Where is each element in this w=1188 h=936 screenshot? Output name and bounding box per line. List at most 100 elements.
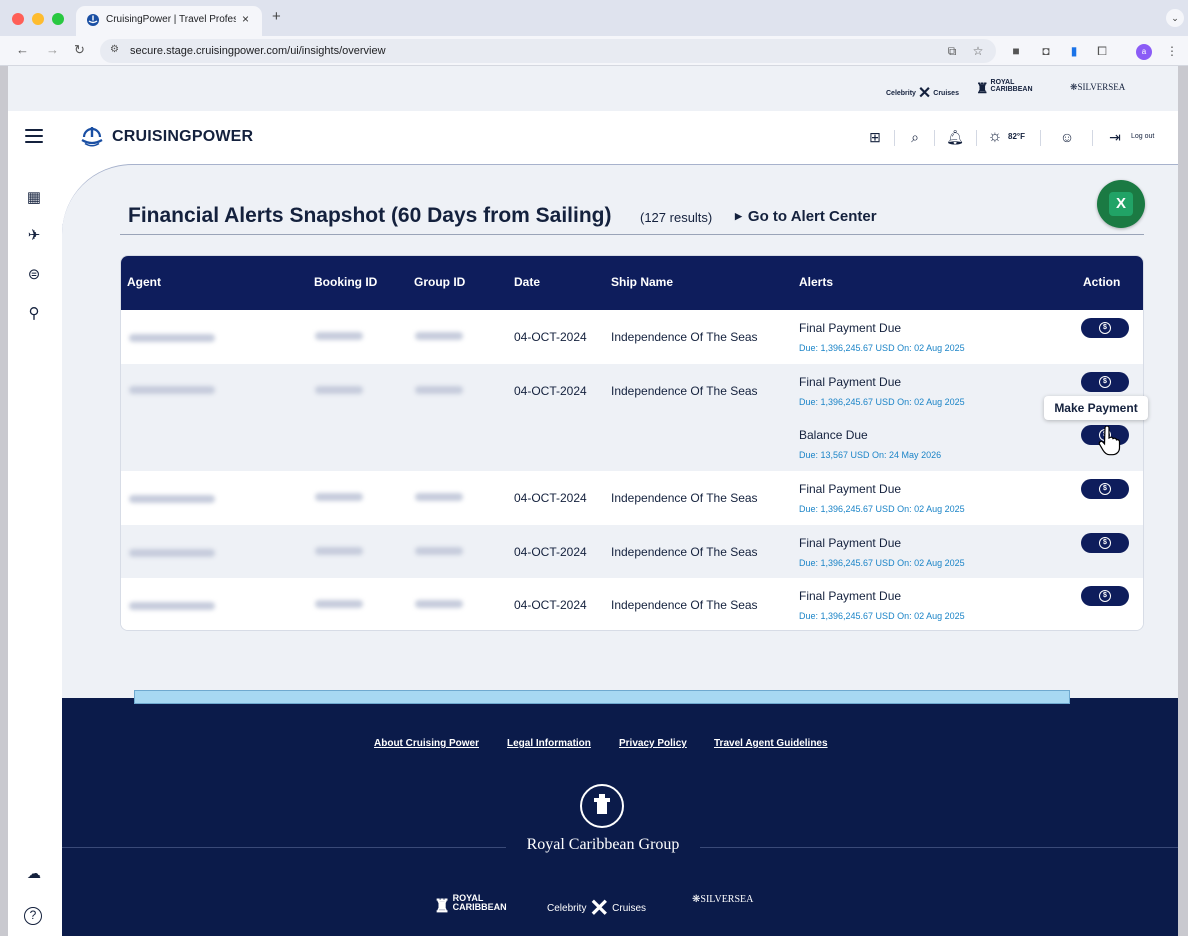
footer-divider [700, 847, 1178, 848]
footer-silversea-text: SILVERSEA [700, 894, 754, 905]
footer-link-about[interactable]: About Cruising Power [374, 738, 479, 749]
left-sidebar: ▦ ✈ ⊜ ⚲ ☁ ? [8, 164, 62, 936]
footer-brand-silversea[interactable]: ❋SILVERSEA [692, 894, 753, 905]
royal-crown-icon: ♜ [434, 896, 451, 916]
brand-royal-caribbean[interactable]: ♜ ROYAL CARIBBEAN [976, 79, 1033, 97]
go-to-alert-center-label: Go to Alert Center [747, 208, 877, 225]
booking-id-redacted [315, 493, 363, 501]
site-info-icon[interactable]: ⚙ [110, 44, 119, 55]
extension-f-icon[interactable]: ■ [1008, 43, 1024, 59]
ship-name-cell: Independence Of The Seas [611, 384, 758, 398]
brand-celebrity[interactable]: Celebrity ✕ Cruises [886, 83, 959, 103]
group-id-redacted [415, 493, 463, 501]
extension-sidepanel-icon[interactable]: ▮ [1066, 43, 1082, 59]
dollar-coin-icon: $ [1099, 537, 1111, 549]
alert-due: Due: 1,396,245.67 USD On: 02 Aug 2025 [799, 611, 965, 621]
notification-bell-icon[interactable]: 🔔︎ [946, 128, 964, 146]
divider [1092, 130, 1093, 146]
brand-celebrity-left: Celebrity [886, 90, 916, 97]
airplane-icon[interactable]: ✈ [24, 226, 44, 246]
install-icon[interactable]: ⧉ [944, 43, 960, 59]
make-payment-button[interactable]: $ [1081, 586, 1129, 606]
agent-redacted [129, 495, 215, 503]
results-count: (127 results) [640, 210, 713, 225]
extensions-puzzle-icon[interactable]: ⧠ [1094, 43, 1110, 59]
go-to-alert-center-link[interactable]: ▶ Go to Alert Center [735, 208, 877, 225]
footer-link-privacy[interactable]: Privacy Policy [619, 738, 687, 749]
royal-crown-icon: ♜ [976, 80, 989, 96]
title-divider [120, 234, 1144, 235]
alert-due: Due: 1,396,245.67 USD On: 02 Aug 2025 [799, 397, 965, 407]
apps-grid-icon[interactable]: ⊞ [866, 128, 884, 146]
alert-due: Due: 13,567 USD On: 24 May 2026 [799, 450, 942, 460]
footer-royal-line2: CARIBBEAN [452, 902, 507, 912]
rcg-emblem-icon [580, 784, 624, 828]
table-row: 04-OCT-2024 Independence Of The Seas Fin… [121, 310, 1143, 364]
make-payment-button[interactable]: $ [1081, 479, 1129, 499]
divider [934, 130, 935, 146]
alert-due: Due: 1,396,245.67 USD On: 02 Aug 2025 [799, 504, 965, 514]
weather-sun-icon[interactable]: ☼ [986, 128, 1004, 146]
app-window: Celebrity ✕ Cruises ♜ ROYAL CARIBBEAN ❋S… [8, 66, 1178, 936]
back-icon[interactable]: ← [16, 42, 29, 57]
app-logo-text[interactable]: CRUISINGPOWER [112, 128, 253, 146]
footer-link-guidelines[interactable]: Travel Agent Guidelines [714, 738, 828, 749]
chat-bubble-icon[interactable]: ☁ [24, 863, 44, 883]
new-tab-button[interactable]: + [272, 8, 281, 25]
cruise-circle-icon[interactable]: ⊜ [24, 265, 44, 285]
col-header-ship-name: Ship Name [611, 275, 674, 289]
chat-icon[interactable]: ⌕ [906, 128, 924, 146]
group-id-redacted [415, 547, 463, 555]
dollar-coin-icon: $ [1099, 376, 1111, 388]
table-header: Agent Booking ID Group ID Date Ship Name… [121, 256, 1143, 310]
browser-chrome: CruisingPower | Travel Profes × + ⌄ ← → … [0, 0, 1188, 66]
footer-brand-celebrity[interactable]: Celebrity ✕ Cruises [547, 894, 646, 923]
help-icon[interactable]: ? [24, 907, 42, 925]
logout-icon[interactable]: ⇥ [1106, 128, 1124, 146]
browser-tab[interactable]: CruisingPower | Travel Profes × [76, 6, 262, 36]
reload-icon[interactable]: ↻ [74, 42, 85, 58]
address-bar[interactable]: ⚙ secure.stage.cruisingpower.com/ui/insi… [100, 39, 996, 63]
table-row: 04-OCT-2024 Independence Of The Seas Fin… [121, 525, 1143, 578]
tab-close-icon[interactable]: × [242, 12, 249, 26]
hamburger-menu-icon[interactable] [25, 129, 43, 143]
account-user-icon[interactable]: ☺ [1058, 128, 1076, 146]
brand-silversea[interactable]: ❋SILVERSEA [1070, 82, 1125, 93]
tab-search-icon[interactable]: ⌄ [1166, 9, 1184, 27]
footer-celebrity-left: Celebrity [547, 903, 587, 914]
logout-link[interactable]: Log out [1131, 133, 1154, 140]
excel-export-button[interactable]: X [1097, 180, 1145, 228]
alert-title: Balance Due [799, 428, 868, 442]
royal-line1: ROYAL [990, 79, 1015, 86]
location-pin-icon[interactable]: ⚲ [24, 304, 44, 324]
close-window-button[interactable] [12, 13, 24, 25]
date-cell: 04-OCT-2024 [514, 330, 587, 344]
alert-title: Final Payment Due [799, 536, 902, 550]
group-id-redacted [415, 600, 463, 608]
alert-due: Due: 1,396,245.67 USD On: 02 Aug 2025 [799, 558, 965, 568]
date-cell: 04-OCT-2024 [514, 491, 587, 505]
make-payment-button[interactable]: $ [1081, 372, 1129, 392]
agent-redacted [129, 549, 215, 557]
calendar-add-icon[interactable]: ▦ [24, 188, 44, 208]
forward-icon[interactable]: → [46, 42, 59, 57]
table-row: 04-OCT-2024 Independence Of The Seas Fin… [121, 471, 1143, 525]
footer-link-legal[interactable]: Legal Information [507, 738, 591, 749]
make-payment-button[interactable]: $ [1081, 533, 1129, 553]
profile-avatar[interactable]: a [1136, 44, 1152, 60]
celebrity-x-icon: ✕ [589, 895, 610, 922]
minimize-window-button[interactable] [32, 13, 44, 25]
bookmark-star-icon[interactable]: ☆ [970, 43, 986, 59]
alert-title: Final Payment Due [799, 482, 902, 496]
footer-divider [62, 847, 506, 848]
footer-brand-royal-caribbean[interactable]: ♜ ROYAL CARIBBEAN [434, 894, 507, 917]
booking-id-redacted [315, 600, 363, 608]
financial-alerts-table: Agent Booking ID Group ID Date Ship Name… [120, 255, 1144, 631]
browser-menu-icon[interactable]: ⋮ [1164, 43, 1180, 59]
brand-celebrity-right: Cruises [933, 90, 959, 97]
make-payment-button[interactable]: $ [1081, 318, 1129, 338]
tab-title: CruisingPower | Travel Profes [106, 14, 236, 25]
col-header-alerts: Alerts [799, 275, 834, 289]
maximize-window-button[interactable] [52, 13, 64, 25]
screenshot-icon[interactable]: ◘ [1038, 43, 1054, 59]
